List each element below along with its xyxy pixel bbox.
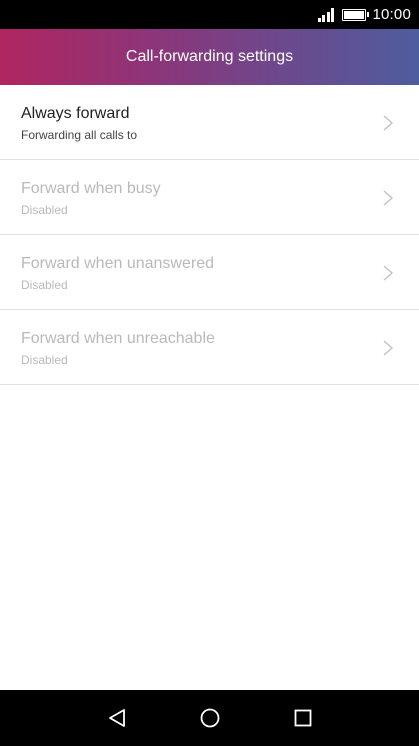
setting-title: Forward when unreachable bbox=[21, 330, 215, 347]
setting-subtitle: Disabled bbox=[21, 203, 68, 217]
recents-button[interactable] bbox=[256, 690, 349, 746]
setting-subtitle: Disabled bbox=[21, 353, 68, 367]
back-button[interactable] bbox=[70, 690, 163, 746]
setting-title: Forward when unanswered bbox=[21, 255, 214, 272]
back-icon bbox=[108, 709, 125, 727]
setting-always-forward[interactable]: Always forward Forwarding all calls to bbox=[0, 85, 419, 160]
home-button[interactable] bbox=[163, 690, 256, 746]
chevron-right-icon bbox=[383, 265, 394, 281]
setting-title: Always forward bbox=[21, 105, 130, 122]
chevron-right-icon bbox=[383, 190, 394, 206]
settings-list: Always forward Forwarding all calls to F… bbox=[0, 85, 419, 385]
page-title: Call-forwarding settings bbox=[125, 48, 294, 65]
setting-forward-when-unreachable[interactable]: Forward when unreachable Disabled bbox=[0, 310, 419, 385]
battery-icon bbox=[342, 8, 370, 21]
navigation-bar bbox=[0, 690, 419, 746]
setting-forward-when-unanswered[interactable]: Forward when unanswered Disabled bbox=[0, 235, 419, 310]
recents-icon bbox=[294, 709, 311, 727]
setting-title: Forward when busy bbox=[21, 180, 161, 197]
chevron-right-icon bbox=[383, 340, 394, 356]
setting-subtitle: Forwarding all calls to bbox=[21, 128, 138, 142]
setting-subtitle: Disabled bbox=[21, 278, 68, 292]
app-bar: Call-forwarding settings bbox=[0, 29, 419, 85]
chevron-right-icon bbox=[383, 115, 394, 131]
setting-forward-when-busy[interactable]: Forward when busy Disabled bbox=[0, 160, 419, 235]
home-icon bbox=[200, 708, 219, 728]
signal-icon bbox=[316, 7, 335, 22]
status-bar: 10:00 bbox=[0, 0, 419, 29]
status-clock: 10:00 bbox=[372, 6, 411, 23]
